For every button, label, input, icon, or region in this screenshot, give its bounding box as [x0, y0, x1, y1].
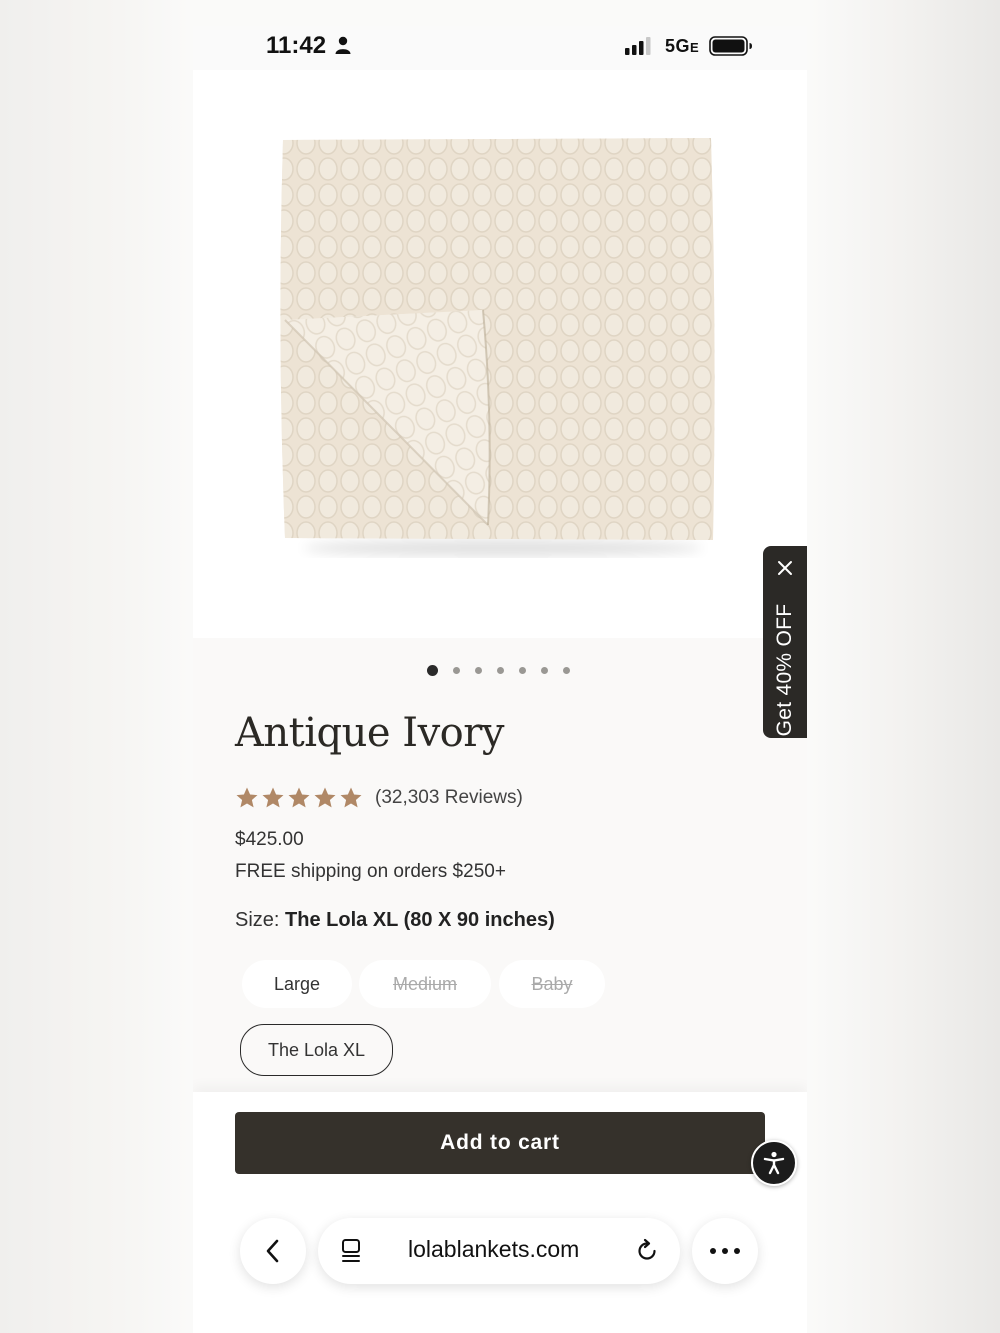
- phone-screen: 11:42 5GE Antique Ivory (32,303 Reviews)…: [193, 26, 807, 1333]
- cellular-signal-icon: [625, 37, 651, 55]
- product-price: $425.00: [235, 829, 304, 850]
- promo-side-tab[interactable]: Get 40% OFF: [763, 546, 807, 738]
- back-button[interactable]: [240, 1218, 306, 1284]
- carousel-dot[interactable]: [563, 667, 570, 674]
- size-selection-label: Size: The Lola XL (80 X 90 inches): [235, 909, 555, 932]
- size-option-lola-xl[interactable]: The Lola XL: [240, 1024, 393, 1076]
- carousel-dot[interactable]: [497, 667, 504, 674]
- more-options-button[interactable]: [692, 1218, 758, 1284]
- size-option-large[interactable]: Large: [242, 960, 352, 1008]
- reload-icon[interactable]: [634, 1238, 660, 1264]
- tab-overview-icon[interactable]: [340, 1238, 364, 1264]
- accessibility-icon: [763, 1151, 785, 1175]
- star-rating: [235, 786, 363, 810]
- close-icon[interactable]: [775, 558, 795, 578]
- product-image-gallery[interactable]: [193, 70, 807, 638]
- add-to-cart-button[interactable]: Add to cart: [235, 1112, 765, 1174]
- star-icon: [236, 787, 258, 808]
- rating-row[interactable]: (32,303 Reviews): [235, 784, 523, 812]
- blanket-product-image: [280, 138, 715, 556]
- more-icon: [710, 1248, 740, 1254]
- url-text[interactable]: lolablankets.com: [408, 1236, 579, 1263]
- chevron-left-icon: [266, 1239, 279, 1263]
- carousel-dot[interactable]: [541, 667, 548, 674]
- size-option-baby[interactable]: Baby: [499, 960, 605, 1008]
- star-icon: [262, 787, 284, 808]
- star-icon: [288, 787, 310, 808]
- address-bar[interactable]: lolablankets.com: [318, 1218, 680, 1284]
- accessibility-button[interactable]: [751, 1140, 797, 1186]
- star-icon: [340, 787, 362, 808]
- product-title: Antique Ivory: [235, 710, 504, 756]
- carousel-dot[interactable]: [519, 667, 526, 674]
- size-label: Size:: [235, 909, 280, 931]
- star-icon: [314, 787, 336, 808]
- status-bar: 11:42 5GE: [193, 26, 807, 70]
- bottom-action-bar: Add to cart lolablankets.com: [193, 1092, 807, 1333]
- battery-icon: [709, 36, 752, 56]
- shipping-note: FREE shipping on orders $250+: [235, 861, 506, 882]
- status-time: 11:42: [266, 32, 327, 59]
- carousel-dot[interactable]: [453, 667, 460, 674]
- network-type: 5GE: [665, 36, 700, 56]
- reviews-count-link[interactable]: (32,303 Reviews): [375, 787, 523, 809]
- carousel-dot[interactable]: [427, 665, 438, 676]
- size-value: The Lola XL (80 X 90 inches): [285, 909, 555, 931]
- person-icon: [335, 36, 351, 54]
- carousel-dot[interactable]: [475, 667, 482, 674]
- size-option-medium[interactable]: Medium: [359, 960, 491, 1008]
- promo-label[interactable]: Get 40% OFF: [773, 604, 797, 737]
- browser-toolbar: lolablankets.com: [193, 1218, 807, 1286]
